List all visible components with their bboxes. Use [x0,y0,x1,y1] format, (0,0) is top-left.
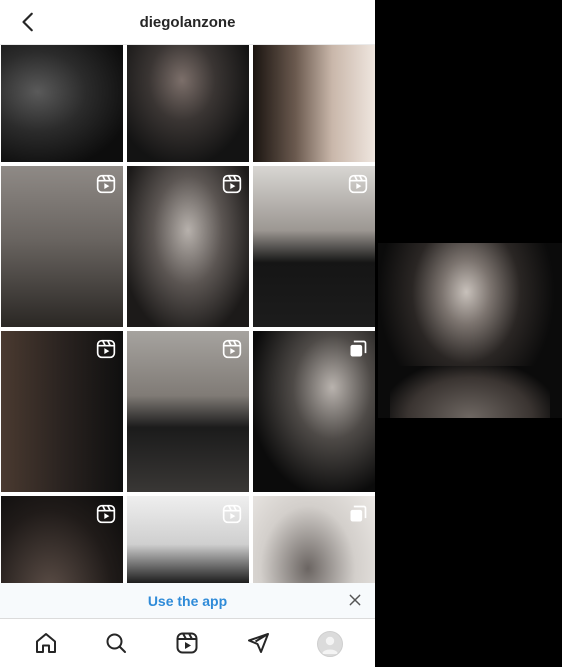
post-tile[interactable] [127,331,249,492]
nav-search[interactable] [104,631,130,657]
portrait-shoulders [390,366,550,418]
posts-grid [0,45,375,657]
post-tile[interactable] [127,45,249,162]
direct-icon [248,633,269,653]
reels-icon [176,632,198,654]
use-the-app-link[interactable]: Use the app [148,593,227,609]
top-bar: diegolanzone [0,0,375,45]
reel-icon [222,504,242,524]
chevron-left-icon [22,12,33,32]
post-tile[interactable] [127,166,249,327]
reel-icon [96,174,116,194]
post-tile[interactable] [253,331,375,492]
bottom-nav [0,618,375,667]
post-tile[interactable] [253,45,375,162]
post-tile[interactable] [1,331,123,492]
profile-username: diegolanzone [139,13,236,31]
nav-reels[interactable] [175,631,201,657]
nav-direct[interactable] [246,631,272,657]
instagram-mobile-view: diegolanzone Use the app [0,0,375,667]
nav-home[interactable] [34,631,60,657]
use-app-banner: Use the app [0,583,375,618]
reel-icon [96,339,116,359]
home-icon [36,633,56,653]
search-icon [106,633,126,653]
close-icon[interactable] [347,592,363,608]
post-tile[interactable] [1,45,123,162]
carousel-icon [350,505,367,522]
reel-icon [222,174,242,194]
post-tile[interactable] [1,166,123,327]
reel-icon [348,174,368,194]
avatar-placeholder-icon [322,636,338,654]
reel-icon [96,504,116,524]
post-tile[interactable] [253,166,375,327]
profile-avatar[interactable] [317,631,343,657]
back-button[interactable] [16,9,42,35]
carousel-icon [350,340,367,357]
portrait-photo [378,243,562,418]
reel-icon [222,339,242,359]
